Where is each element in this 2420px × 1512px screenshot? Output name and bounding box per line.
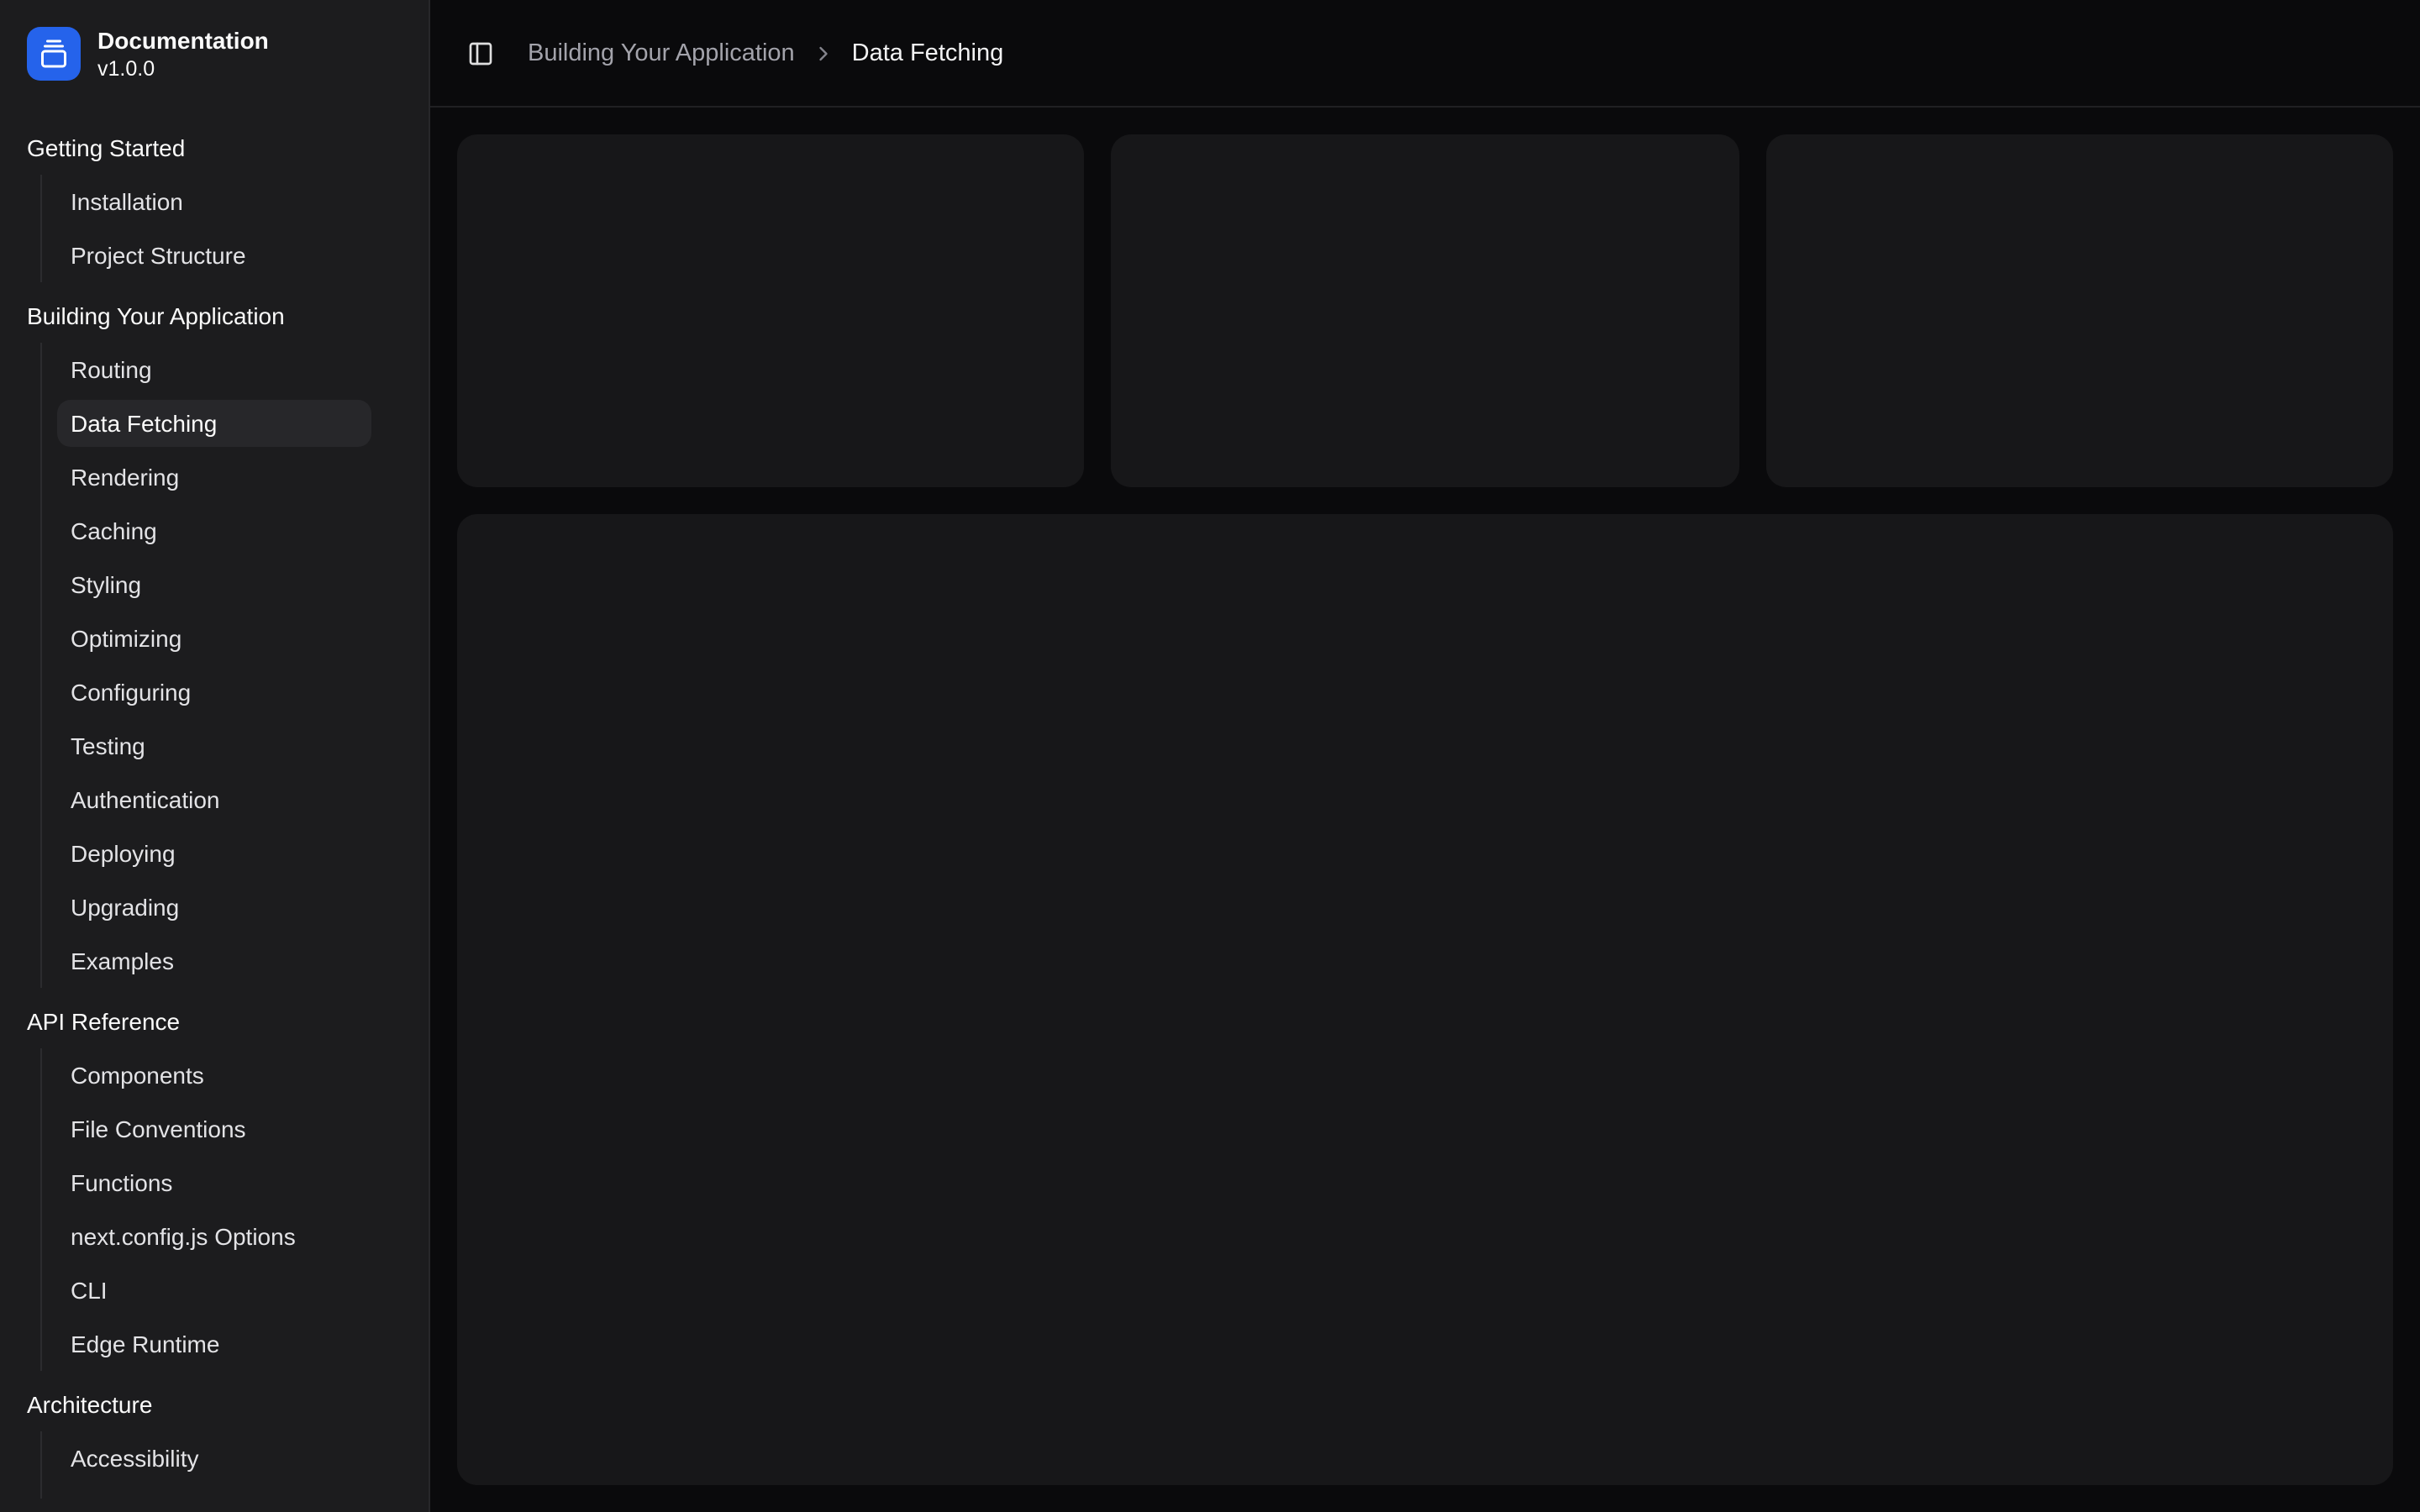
list-item: Edge Runtime bbox=[57, 1318, 371, 1372]
sidebar-item-upgrading[interactable]: Upgrading bbox=[57, 885, 371, 932]
sidebar-group-getting-started: Getting Started Installation Project Str… bbox=[13, 122, 415, 283]
sidebar-item-deploying[interactable]: Deploying bbox=[57, 831, 371, 878]
sidebar-group-architecture: Architecture Accessibility Fast Refresh bbox=[13, 1378, 415, 1499]
list-item: Caching bbox=[57, 505, 371, 559]
list-item: Rendering bbox=[57, 451, 371, 505]
sidebar-group-api-reference: API Reference Components File Convention… bbox=[13, 995, 415, 1372]
list-item: Styling bbox=[57, 559, 371, 612]
sidebar-group-building-your-application: Building Your Application Routing Data F… bbox=[13, 290, 415, 989]
list-item: Functions bbox=[57, 1157, 371, 1210]
sidebar-item-fast-refresh[interactable]: Fast Refresh bbox=[57, 1489, 371, 1499]
sidebar-group-label-architecture[interactable]: Architecture bbox=[13, 1378, 415, 1432]
sidebar-sublist: Installation Project Structure bbox=[40, 176, 371, 283]
breadcrumb: Building Your Application Data Fetching bbox=[528, 39, 1003, 66]
placeholder-panel bbox=[457, 514, 2393, 1485]
sidebar-item-functions[interactable]: Functions bbox=[57, 1160, 371, 1207]
list-item: Upgrading bbox=[57, 881, 371, 935]
breadcrumb-parent-link[interactable]: Building Your Application bbox=[528, 39, 795, 66]
sidebar: Documentation v1.0.0 Getting Started Ins… bbox=[0, 0, 430, 1512]
breadcrumb-current-page: Data Fetching bbox=[852, 39, 1004, 66]
sidebar-sublist: Routing Data Fetching Rendering Caching … bbox=[40, 344, 371, 989]
list-item: Data Fetching bbox=[57, 397, 371, 451]
sidebar-item-caching[interactable]: Caching bbox=[57, 508, 371, 555]
sidebar-item-configuring[interactable]: Configuring bbox=[57, 669, 371, 717]
sidebar-item-authentication[interactable]: Authentication bbox=[57, 777, 371, 824]
sidebar-group-label-api-reference[interactable]: API Reference bbox=[13, 995, 415, 1049]
placeholder-card-3 bbox=[1765, 134, 2393, 487]
list-item: Examples bbox=[57, 935, 371, 989]
app-version: v1.0.0 bbox=[97, 57, 269, 81]
list-item: Project Structure bbox=[57, 229, 371, 283]
sidebar-group-label-building-your-application[interactable]: Building Your Application bbox=[13, 290, 415, 344]
app-title: Documentation bbox=[97, 27, 269, 54]
page-content bbox=[430, 108, 2420, 1512]
list-item: Optimizing bbox=[57, 612, 371, 666]
list-item: Testing bbox=[57, 720, 371, 774]
sidebar-toggle-button[interactable] bbox=[457, 29, 504, 76]
list-item: Configuring bbox=[57, 666, 371, 720]
workspace-info: Documentation v1.0.0 bbox=[97, 27, 269, 81]
sidebar-header: Documentation v1.0.0 bbox=[13, 13, 415, 95]
main-area: Building Your Application Data Fetching bbox=[430, 0, 2420, 1512]
list-item: Deploying bbox=[57, 827, 371, 881]
sidebar-item-file-conventions[interactable]: File Conventions bbox=[57, 1106, 371, 1153]
list-item: Installation bbox=[57, 176, 371, 229]
gallery-vertical-end-icon bbox=[27, 27, 81, 81]
sidebar-item-edge-runtime[interactable]: Edge Runtime bbox=[57, 1321, 371, 1368]
list-item: Routing bbox=[57, 344, 371, 397]
sidebar-item-components[interactable]: Components bbox=[57, 1053, 371, 1100]
app-root: Documentation v1.0.0 Getting Started Ins… bbox=[0, 0, 2420, 1512]
list-item: CLI bbox=[57, 1264, 371, 1318]
sidebar-sublist: Components File Conventions Functions ne… bbox=[40, 1049, 371, 1372]
placeholder-card-row bbox=[457, 134, 2393, 487]
sidebar-item-cli[interactable]: CLI bbox=[57, 1268, 371, 1315]
sidebar-item-data-fetching[interactable]: Data Fetching bbox=[57, 401, 371, 448]
list-item: Accessibility bbox=[57, 1432, 371, 1486]
main-header: Building Your Application Data Fetching bbox=[430, 0, 2420, 108]
sidebar-item-routing[interactable]: Routing bbox=[57, 347, 371, 394]
sidebar-item-installation[interactable]: Installation bbox=[57, 179, 371, 226]
panel-left-icon bbox=[467, 39, 494, 66]
sidebar-item-next-config-js-options[interactable]: next.config.js Options bbox=[57, 1214, 371, 1261]
sidebar-nav: Getting Started Installation Project Str… bbox=[13, 95, 415, 1499]
placeholder-card-1 bbox=[457, 134, 1085, 487]
list-item: File Conventions bbox=[57, 1103, 371, 1157]
sidebar-item-accessibility[interactable]: Accessibility bbox=[57, 1436, 371, 1483]
list-item: Authentication bbox=[57, 774, 371, 827]
chevron-right-icon bbox=[812, 41, 835, 65]
list-item: Components bbox=[57, 1049, 371, 1103]
sidebar-item-styling[interactable]: Styling bbox=[57, 562, 371, 609]
sidebar-item-project-structure[interactable]: Project Structure bbox=[57, 233, 371, 280]
sidebar-item-testing[interactable]: Testing bbox=[57, 723, 371, 770]
workspace-switcher-button[interactable]: Documentation v1.0.0 bbox=[13, 13, 415, 95]
sidebar-item-examples[interactable]: Examples bbox=[57, 938, 371, 985]
sidebar-group-label-getting-started[interactable]: Getting Started bbox=[13, 122, 415, 176]
list-item: Fast Refresh bbox=[57, 1486, 371, 1499]
placeholder-card-2 bbox=[1112, 134, 1739, 487]
list-item: next.config.js Options bbox=[57, 1210, 371, 1264]
sidebar-item-optimizing[interactable]: Optimizing bbox=[57, 616, 371, 663]
sidebar-sublist: Accessibility Fast Refresh bbox=[40, 1432, 371, 1499]
sidebar-item-rendering[interactable]: Rendering bbox=[57, 454, 371, 501]
